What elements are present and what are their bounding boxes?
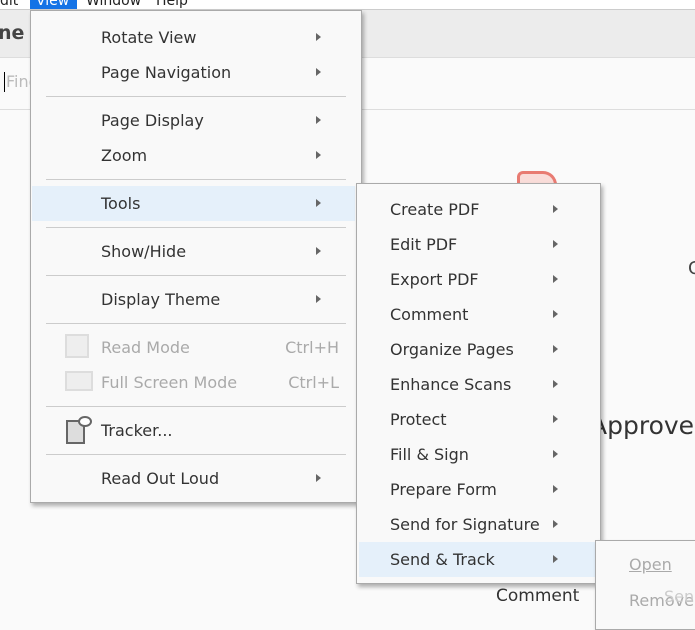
chevron-right-icon xyxy=(553,415,558,423)
item-label: Protect xyxy=(390,410,447,429)
item-label: Page Display xyxy=(101,111,204,130)
chevron-right-icon xyxy=(316,199,321,207)
menu-item-create-pdf[interactable]: Create PDF xyxy=(359,192,598,227)
menu-item-send-track[interactable]: Send & Track xyxy=(359,542,598,577)
separator xyxy=(46,323,346,324)
speech-bubble-icon xyxy=(78,416,92,427)
chevron-right-icon xyxy=(316,247,321,255)
menu-item-show-hide[interactable]: Show/Hide xyxy=(33,234,359,269)
chevron-right-icon xyxy=(553,240,558,248)
separator xyxy=(46,227,346,228)
chevron-right-icon xyxy=(553,345,558,353)
chevron-right-icon xyxy=(553,520,558,528)
chevron-right-icon xyxy=(316,116,321,124)
menu-item-send-for-signature[interactable]: Send for Signature xyxy=(359,507,598,542)
chevron-right-icon xyxy=(316,33,321,41)
chevron-right-icon xyxy=(553,450,558,458)
item-label: Create PDF xyxy=(390,200,480,219)
menu-item-read-out-loud[interactable]: Read Out Loud xyxy=(33,461,359,496)
item-label: Zoom xyxy=(101,146,148,165)
item-label: Display Theme xyxy=(101,290,221,309)
monitor-icon xyxy=(65,371,93,391)
item-label: Edit PDF xyxy=(390,235,458,254)
separator xyxy=(46,454,346,455)
item-label: Rotate View xyxy=(101,28,197,47)
menu-item-comment[interactable]: Comment xyxy=(359,297,598,332)
separator xyxy=(46,275,346,276)
menu-item-protect[interactable]: Protect xyxy=(359,402,598,437)
menu-item-tools[interactable]: Tools xyxy=(32,186,355,221)
item-label: Organize Pages xyxy=(390,340,514,359)
menu-item-full-screen-mode[interactable]: Full Screen Mode Ctrl+L xyxy=(33,365,359,400)
shortcut: Ctrl+L xyxy=(288,373,339,392)
approve-heading: Approve xyxy=(590,411,695,440)
item-label: Read Mode xyxy=(101,338,190,357)
item-label: Read Out Loud xyxy=(101,469,220,488)
menu-item-edit-pdf[interactable]: Edit PDF xyxy=(359,227,598,262)
chevron-right-icon xyxy=(553,205,558,213)
menu-item-enhance-scans[interactable]: Enhance Scans xyxy=(359,367,598,402)
text-cursor xyxy=(4,72,5,92)
menu-item-zoom[interactable]: Zoom xyxy=(33,138,359,173)
menu-edit[interactable]: dit xyxy=(0,0,24,9)
shortcut: Ctrl+H xyxy=(285,338,339,357)
item-label: Prepare Form xyxy=(390,480,497,499)
menu-item-page-navigation[interactable]: Page Navigation xyxy=(33,55,359,90)
menu-item-tracker[interactable]: Tracker... xyxy=(33,413,359,448)
menu-item-prepare-form[interactable]: Prepare Form xyxy=(359,472,598,507)
background-text-c: C xyxy=(688,258,695,279)
chevron-right-icon xyxy=(553,310,558,318)
separator xyxy=(46,406,346,407)
chevron-right-icon xyxy=(553,555,558,563)
comment-label: Comment xyxy=(496,586,580,606)
menu-window[interactable]: Window xyxy=(80,0,147,9)
menu-bar: dit View Window Help xyxy=(0,0,695,10)
tools-submenu: Create PDF Edit PDF Export PDF Comment Organ… xyxy=(356,183,601,584)
item-label: Tools xyxy=(101,194,141,213)
chevron-right-icon xyxy=(316,68,321,76)
menu-item-fill-sign[interactable]: Fill & Sign xyxy=(359,437,598,472)
menu-help[interactable]: Help xyxy=(150,0,194,9)
item-label: Full Screen Mode xyxy=(101,373,238,392)
background-text-sen: Sen xyxy=(664,587,695,606)
item-label: Send & Track xyxy=(390,550,495,569)
chevron-right-icon xyxy=(316,151,321,159)
toolbar-title: ne xyxy=(0,22,25,44)
separator xyxy=(46,96,346,97)
chevron-right-icon xyxy=(553,380,558,388)
item-label: Fill & Sign xyxy=(390,445,469,464)
item-label: Send for Signature xyxy=(390,515,540,534)
separator xyxy=(46,179,346,180)
read-mode-icon xyxy=(65,334,89,358)
item-label: Show/Hide xyxy=(101,242,187,261)
send-track-submenu: Open Remove Sen xyxy=(595,540,695,630)
item-label: Export PDF xyxy=(390,270,479,289)
menu-item-organize-pages[interactable]: Organize Pages xyxy=(359,332,598,367)
item-label: Tracker... xyxy=(101,421,173,440)
menu-item-display-theme[interactable]: Display Theme xyxy=(33,282,359,317)
chevron-right-icon xyxy=(316,474,321,482)
chevron-right-icon xyxy=(316,295,321,303)
menu-item-page-display[interactable]: Page Display xyxy=(33,103,359,138)
view-menu: Rotate View Page Navigation Page Display… xyxy=(30,10,362,503)
menu-item-open[interactable]: Open xyxy=(629,555,672,574)
menu-item-export-pdf[interactable]: Export PDF xyxy=(359,262,598,297)
chevron-right-icon xyxy=(553,275,558,283)
item-label: Comment xyxy=(390,305,469,324)
item-label: Enhance Scans xyxy=(390,375,512,394)
item-label: Page Navigation xyxy=(101,63,232,82)
menu-item-rotate-view[interactable]: Rotate View xyxy=(33,20,359,55)
menu-item-read-mode[interactable]: Read Mode Ctrl+H xyxy=(33,330,359,365)
menu-view[interactable]: View xyxy=(30,0,77,9)
chevron-right-icon xyxy=(553,485,558,493)
